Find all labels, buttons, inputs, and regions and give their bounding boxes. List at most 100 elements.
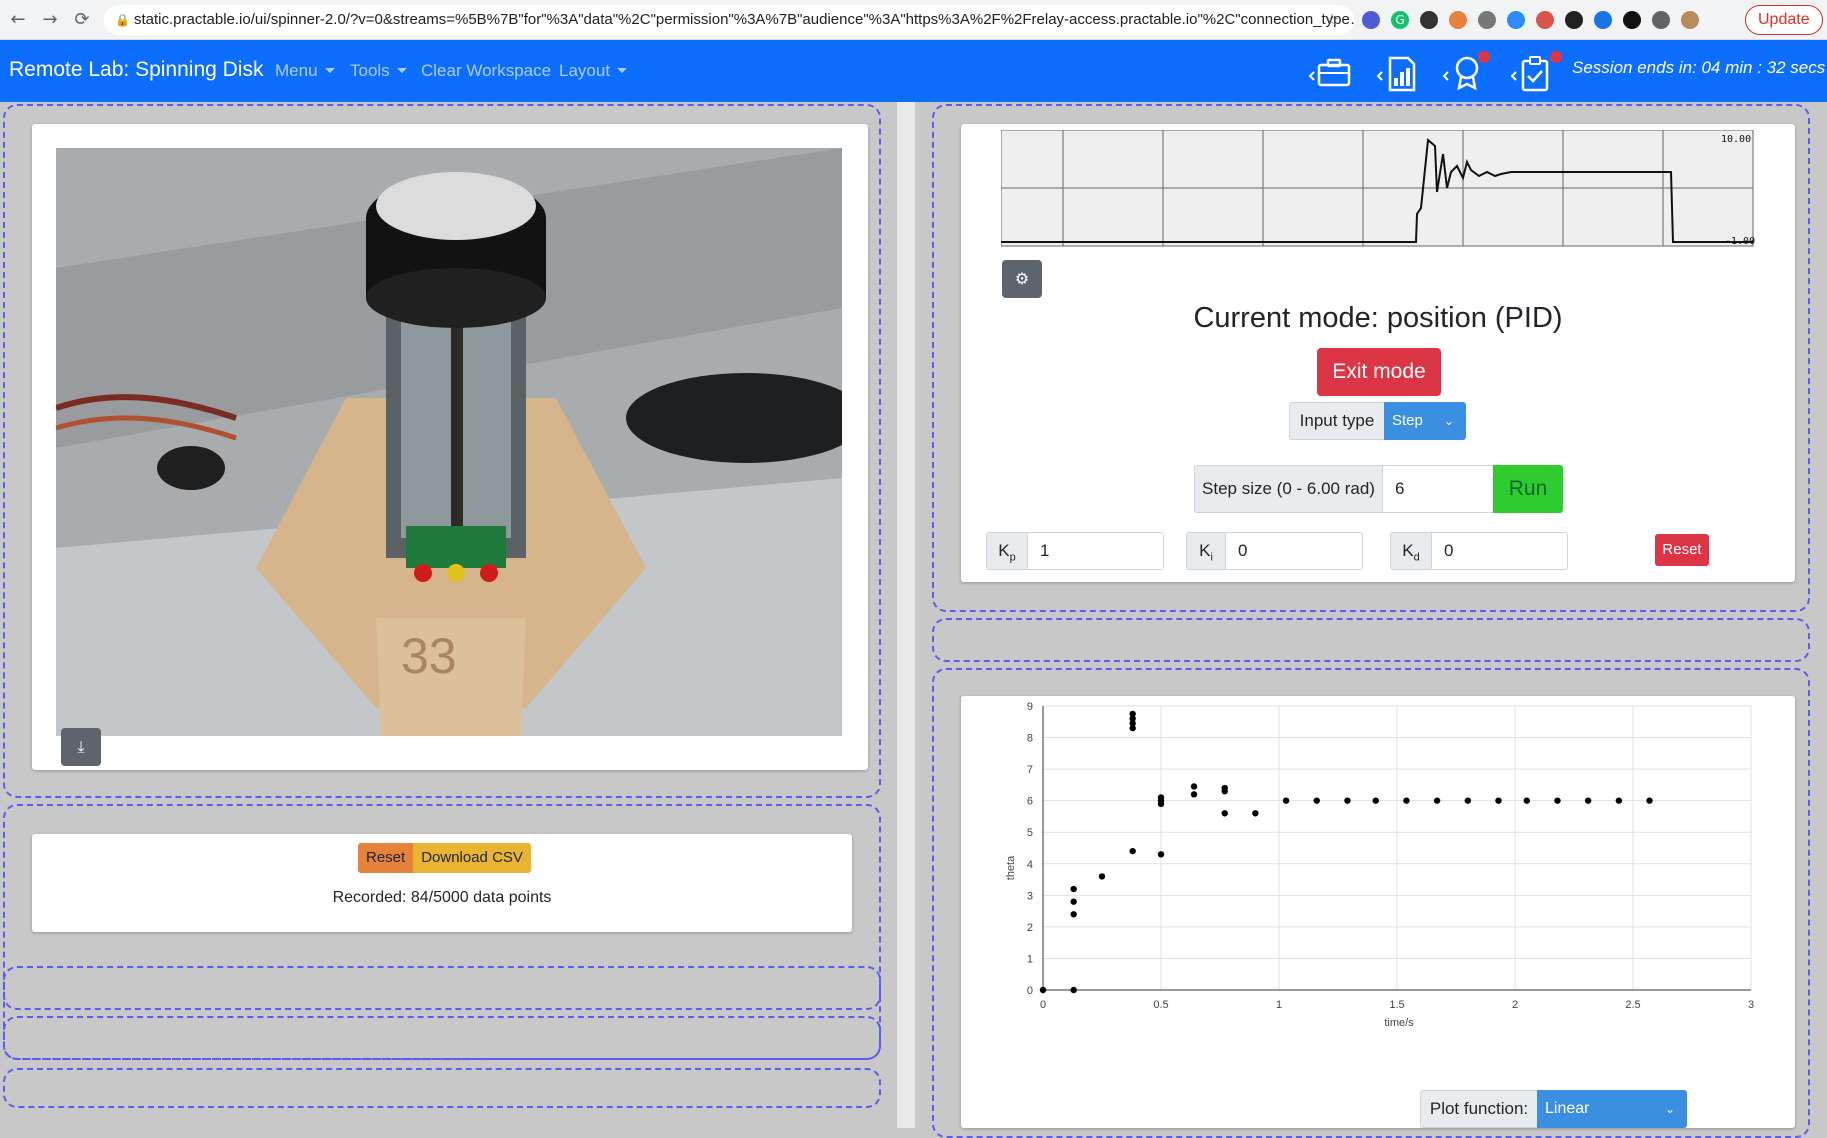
data-point <box>1221 810 1228 817</box>
data-point <box>1157 794 1165 801</box>
recorded-status: Recorded: 84/5000 data points <box>332 889 552 906</box>
data-point <box>1372 797 1379 804</box>
data-point <box>1070 986 1077 994</box>
bookmark-star-icon[interactable]: ☆ <box>1320 8 1344 32</box>
grammarly-icon[interactable]: G <box>1391 11 1409 29</box>
plot-function-select[interactable]: Linear ⌄ <box>1537 1090 1687 1128</box>
chevron-down-icon: ⌄ <box>1664 1102 1675 1116</box>
data-point <box>1646 797 1653 804</box>
recorder-card: Reset Download CSV Recorded: 84/5000 dat… <box>32 834 852 932</box>
data-point <box>1129 710 1136 718</box>
x-tick-label: 1 <box>1276 999 1282 1011</box>
y-tick-label: 6 <box>1027 796 1033 808</box>
recorder-buttons: Reset Download CSV <box>358 843 531 873</box>
data-point <box>1615 797 1623 804</box>
y-tick-label: 1 <box>1027 953 1033 965</box>
y-tick-labels: 0 1 2 3 4 5 6 7 8 9 <box>1027 701 1033 997</box>
drop-zone <box>3 966 881 1010</box>
x-tick-label: 2 <box>1512 999 1518 1011</box>
extension-icon[interactable] <box>1478 11 1496 29</box>
gains-reset-button[interactable]: Reset <box>1655 534 1709 566</box>
x-axis-label: time/s <box>1384 1017 1414 1029</box>
layout-dropdown[interactable]: Layout <box>559 61 627 81</box>
step-size-input[interactable]: 6 <box>1382 465 1494 513</box>
x-tick-label: 1.5 <box>1389 999 1404 1011</box>
x-tick-label: 0 <box>1040 999 1046 1011</box>
mini-graph-ymax: 10.00 <box>1721 134 1751 145</box>
notification-dot <box>1550 51 1562 63</box>
extension-icon[interactable] <box>1594 11 1612 29</box>
app-navbar: Remote Lab: Spinning Disk Menu Tools Cle… <box>0 40 1827 102</box>
extension-icon[interactable] <box>1449 11 1467 29</box>
download-csv-button[interactable]: Download CSV <box>413 843 531 873</box>
data-point <box>1313 797 1320 804</box>
column-divider[interactable] <box>897 102 915 1128</box>
zoom-icon[interactable] <box>1507 11 1525 29</box>
data-point <box>1344 797 1351 804</box>
extension-icon[interactable] <box>1565 11 1583 29</box>
url-text: static.practable.io/ui/spinner-2.0/?v=0&… <box>134 11 1354 28</box>
disk-number: 33 <box>401 628 457 684</box>
forward-icon[interactable]: → <box>38 8 62 32</box>
graph-settings-gear-icon[interactable]: ⚙ <box>1002 260 1042 298</box>
control-card: 10.00 -1.00 ⚙ Current mode: position (PI… <box>961 124 1795 582</box>
extension-icon[interactable] <box>1623 11 1641 29</box>
data-point <box>1252 810 1259 817</box>
data-point <box>1070 911 1077 918</box>
ki-input[interactable]: 0 <box>1225 532 1363 570</box>
data-point <box>1221 784 1228 792</box>
ki-label: Ki <box>1186 532 1226 570</box>
spinning-disk-image: 33 <box>56 148 842 736</box>
extension-icon[interactable] <box>1420 11 1438 29</box>
plot-points <box>1039 710 1653 994</box>
mini-graph-ymin: -1.00 <box>1725 236 1755 247</box>
plot-card: 0 0.5 1 1.5 2 2.5 3 0 1 2 3 4 5 6 7 8 9 time/s theta Pl… <box>961 696 1795 1128</box>
input-type-select[interactable]: Step ⌄ <box>1384 402 1466 440</box>
exit-mode-button[interactable]: Exit mode <box>1317 348 1441 396</box>
recorder-reset-button[interactable]: Reset <box>358 843 414 873</box>
plot-function-label: Plot function: <box>1420 1090 1538 1128</box>
data-point <box>1403 797 1410 804</box>
y-axis-label: theta <box>1005 855 1017 880</box>
x-tick-label: 0.5 <box>1153 999 1168 1011</box>
video-card: 33 ⤓ <box>32 124 868 770</box>
mini-graph: 10.00 -1.00 <box>1001 130 1755 247</box>
input-type-label: Input type <box>1289 402 1385 440</box>
avatar[interactable] <box>1681 11 1699 29</box>
data-point <box>1584 797 1592 804</box>
step-size-label: Step size (0 - 6.00 rad) <box>1194 465 1383 513</box>
data-point <box>1157 851 1165 858</box>
puzzle-icon[interactable] <box>1652 11 1670 29</box>
data-point <box>1282 797 1290 804</box>
reload-icon[interactable]: ⟳ <box>70 8 94 32</box>
plot-grid <box>1042 705 1752 991</box>
graph-icon[interactable] <box>1376 52 1420 92</box>
y-tick-label: 0 <box>1027 985 1033 997</box>
extension-icon[interactable] <box>1536 11 1554 29</box>
download-icon[interactable]: ⤓ <box>61 728 101 766</box>
update-button[interactable]: Update ⋮ <box>1745 5 1823 56</box>
lock-icon: 🔒 <box>115 13 130 27</box>
kd-input[interactable]: 0 <box>1431 532 1568 570</box>
address-bar[interactable]: 🔒 static.practable.io/ui/spinner-2.0/?v=… <box>104 5 1354 35</box>
clear-workspace-link[interactable]: Clear Workspace <box>421 61 551 81</box>
data-point <box>1433 797 1441 804</box>
back-icon[interactable]: ← <box>6 8 30 32</box>
run-button[interactable]: Run <box>1493 465 1563 513</box>
kp-input[interactable]: 1 <box>1027 532 1164 570</box>
data-point <box>1495 797 1502 804</box>
y-tick-label: 9 <box>1027 701 1033 713</box>
clipboard-check-icon[interactable] <box>1510 52 1554 92</box>
data-point <box>1039 986 1047 994</box>
extension-icon[interactable] <box>1362 11 1380 29</box>
data-point <box>1523 797 1530 804</box>
toolbox-icon[interactable] <box>1308 52 1352 92</box>
x-tick-label: 3 <box>1748 999 1754 1011</box>
data-point <box>1129 847 1136 855</box>
tools-dropdown[interactable]: Tools <box>350 61 407 81</box>
data-point <box>1070 885 1077 893</box>
session-timer: Session ends in: 04 min : 32 secs <box>1572 58 1826 77</box>
y-tick-label: 4 <box>1027 859 1033 871</box>
menu-dropdown[interactable]: Menu <box>275 61 335 81</box>
theta-time-plot: 0 0.5 1 1.5 2 2.5 3 0 1 2 3 4 5 6 7 8 9 time/s theta <box>1005 701 1754 1029</box>
